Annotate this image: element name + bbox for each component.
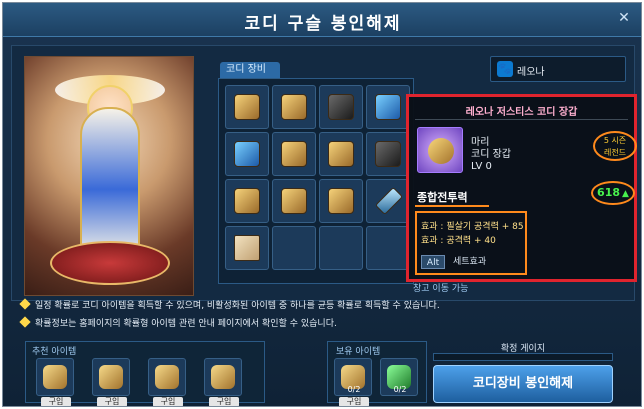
owned-item[interactable]: 0/2 구입 bbox=[334, 358, 372, 406]
effects-box: 효과 : 필살기 공격력 + 85 효과 : 공격력 + 40 Alt 세트효과 bbox=[415, 211, 527, 275]
item-tooltip: 레오나 저스티스 코디 장갑 마리 코디 장갑 LV 0 5 시즌 레전드 종합… bbox=[406, 94, 637, 282]
equipment-slot[interactable] bbox=[272, 85, 316, 129]
item-icon bbox=[281, 141, 307, 167]
item-icon bbox=[328, 188, 354, 214]
guarantee-gauge bbox=[433, 353, 613, 361]
buy-button[interactable]: 구입 bbox=[153, 397, 183, 406]
item-type: 코디 장갑 bbox=[471, 149, 511, 160]
character-body bbox=[80, 107, 140, 257]
item-icon bbox=[211, 365, 235, 389]
window-title: 코디 구슬 봉인해제 bbox=[244, 14, 402, 34]
alt-key-button[interactable]: Alt bbox=[421, 255, 445, 269]
diamond-bullet-icon bbox=[19, 298, 31, 310]
storage-move-text: 창고 이동 가능 bbox=[413, 284, 469, 294]
recommended-label: 추천 아이템 bbox=[32, 347, 77, 357]
equipment-slot[interactable] bbox=[319, 132, 363, 176]
season-badge: 5 시즌 레전드 bbox=[593, 131, 637, 161]
owned-item[interactable]: 0/2 bbox=[380, 358, 418, 396]
item-icon bbox=[417, 127, 463, 173]
item-level: LV 0 bbox=[471, 161, 492, 172]
recommended-item[interactable]: 구입 bbox=[148, 358, 186, 406]
effect-line: 효과 : 필살기 공격력 + 85 bbox=[421, 222, 524, 232]
notice-line: 일정 확률로 코디 아이템을 획득할 수 있으며, 비활성화된 아이템 중 하나… bbox=[19, 298, 440, 311]
diamond-bullet-icon bbox=[19, 316, 31, 328]
close-icon[interactable]: ✕ bbox=[615, 9, 633, 27]
user-name: 레오나 bbox=[517, 67, 545, 78]
highlight-underline bbox=[415, 205, 489, 207]
character-preview bbox=[24, 56, 194, 296]
buy-button[interactable]: 구입 bbox=[41, 397, 71, 406]
notice-text: 일정 확률로 코디 아이템을 획득할 수 있으며, 비활성화된 아이템 중 하나… bbox=[35, 301, 440, 311]
recommended-item[interactable]: 구입 bbox=[36, 358, 74, 406]
recommended-item[interactable]: 구입 bbox=[92, 358, 130, 406]
item-info: 마리 코디 장갑 LV 0 bbox=[471, 137, 511, 173]
season-text: 5 시즌 bbox=[603, 136, 627, 145]
equipment-slot[interactable] bbox=[225, 132, 269, 176]
item-icon bbox=[375, 94, 401, 120]
combat-power-label: 종합전투력 bbox=[417, 191, 468, 204]
item-icon bbox=[281, 94, 307, 120]
item-icon bbox=[281, 188, 307, 214]
paw-icon: 🐾 bbox=[497, 61, 513, 77]
up-arrow-icon: ▲ bbox=[622, 189, 629, 199]
recommended-items-panel: 추천 아이템 구입 구입 구입 구입 bbox=[25, 341, 265, 406]
combat-power-number: 618 bbox=[597, 186, 621, 199]
equipment-slot-empty[interactable] bbox=[366, 226, 410, 270]
title-bar: 코디 구슬 봉인해제 ✕ bbox=[3, 3, 641, 37]
equipment-tab[interactable]: 코디 장비 bbox=[220, 62, 280, 78]
grade-text: 레전드 bbox=[603, 148, 627, 157]
item-count: 0/2 bbox=[393, 385, 407, 394]
equipment-slot[interactable] bbox=[225, 85, 269, 129]
item-count: 0/2 bbox=[347, 385, 361, 394]
item-icon bbox=[99, 365, 123, 389]
equipment-slot[interactable] bbox=[272, 132, 316, 176]
glove-icon bbox=[428, 138, 454, 164]
combat-power-value: 618 ▲ bbox=[591, 181, 635, 205]
item-icon bbox=[234, 188, 260, 214]
item-character: 마리 bbox=[471, 137, 490, 148]
equipment-slot[interactable] bbox=[225, 226, 269, 270]
divider bbox=[415, 119, 628, 120]
crystal-icon bbox=[374, 186, 404, 216]
buy-button[interactable]: 구입 bbox=[209, 397, 239, 406]
item-icon bbox=[328, 141, 354, 167]
item-icon bbox=[328, 94, 354, 120]
effect-line: 효과 : 공격력 + 40 bbox=[421, 236, 496, 246]
item-icon bbox=[155, 365, 179, 389]
recommended-item[interactable]: 구입 bbox=[204, 358, 242, 406]
unseal-button[interactable]: 코디장비 봉인해제 bbox=[433, 365, 613, 403]
item-icon bbox=[375, 141, 401, 167]
equipment-slot[interactable] bbox=[366, 179, 410, 223]
item-icon bbox=[43, 365, 67, 389]
card-icon bbox=[234, 235, 260, 261]
item-icon bbox=[234, 141, 260, 167]
equipment-slot[interactable] bbox=[319, 85, 363, 129]
character-stage bbox=[50, 241, 170, 285]
equipment-slot-empty[interactable] bbox=[319, 226, 363, 270]
owned-label: 보유 아이템 bbox=[336, 347, 381, 357]
notice-line: 확률정보는 홈페이지의 확률형 아이템 관련 안내 페이지에서 확인할 수 있습… bbox=[19, 316, 337, 329]
equipment-slot[interactable] bbox=[272, 179, 316, 223]
item-icon bbox=[234, 94, 260, 120]
buy-button[interactable]: 구입 bbox=[339, 397, 369, 406]
buy-button[interactable]: 구입 bbox=[97, 397, 127, 406]
equipment-slot[interactable] bbox=[319, 179, 363, 223]
unseal-window: 코디 구슬 봉인해제 ✕ 코디 장비 🐾 레오나 레오나 저스티스 코디 장갑 … bbox=[2, 2, 642, 407]
tooltip-title: 레오나 저스티스 코디 장갑 bbox=[465, 107, 578, 118]
equipment-slot[interactable] bbox=[366, 85, 410, 129]
equipment-slot[interactable] bbox=[225, 179, 269, 223]
notice-text: 확률정보는 홈페이지의 확률형 아이템 관련 안내 페이지에서 확인할 수 있습… bbox=[35, 319, 337, 329]
equipment-grid bbox=[218, 78, 414, 284]
user-panel: 🐾 레오나 bbox=[490, 56, 626, 82]
equipment-slot-empty[interactable] bbox=[272, 226, 316, 270]
owned-items-panel: 보유 아이템 0/2 구입 0/2 bbox=[327, 341, 427, 406]
set-effect-label: 세트효과 bbox=[453, 257, 487, 267]
equipment-slot[interactable] bbox=[366, 132, 410, 176]
